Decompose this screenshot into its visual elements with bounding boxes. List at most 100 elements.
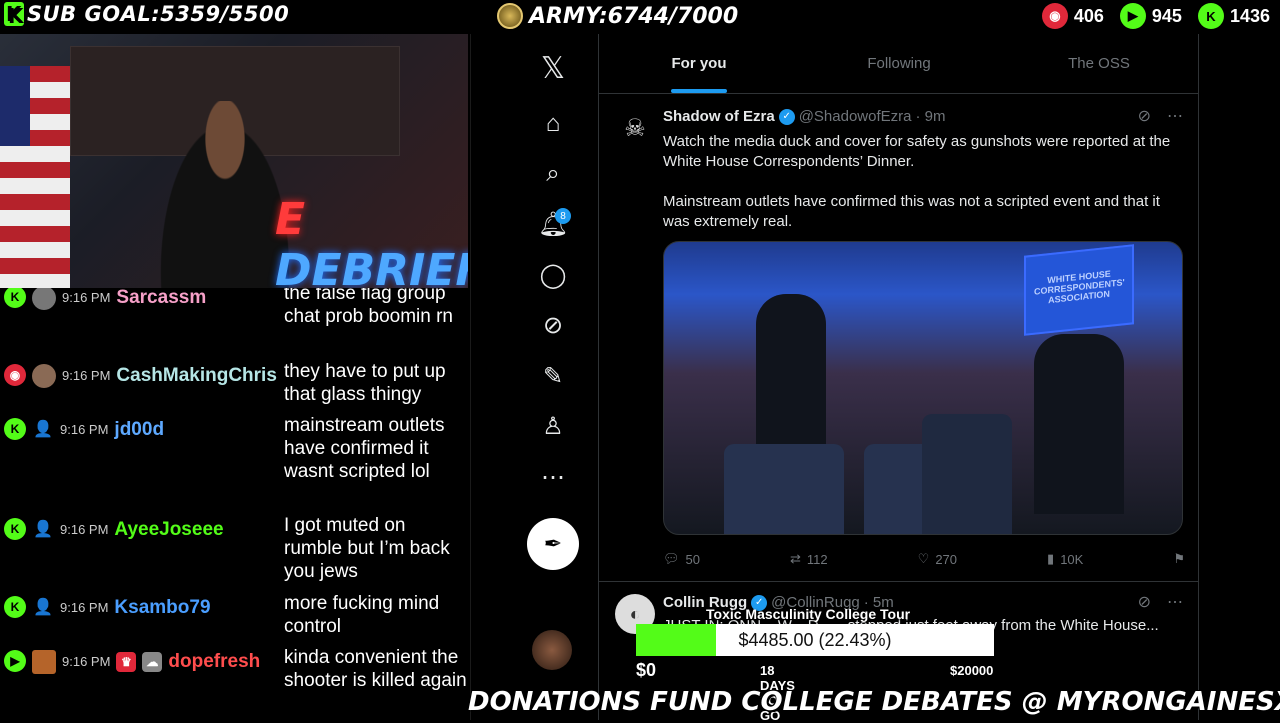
notification-badge: 8: [555, 208, 571, 224]
donation-banner: DONATIONS FUND COLLEGE DEBATES @ MYRONGA…: [468, 687, 1280, 717]
tweet-actions: 💬︎ 50 ⇄ 112 ♡ 270 ▮ 10K ⚑: [663, 551, 1185, 567]
more-icon[interactable]: ⋯: [1167, 106, 1183, 126]
chat-text: mainstream outlets have confirmed it was…: [284, 415, 445, 482]
user-icon: 👤: [33, 521, 53, 538]
neon-sign-text: DEBRIEF: [275, 245, 468, 288]
neon-sign: E DEBRIEF: [275, 194, 468, 288]
repost-count: 112: [806, 551, 828, 567]
tweet-header: Shadow of Ezra ✓ @ShadowofEzra · 9m: [663, 108, 945, 125]
sub-goal-text: SUB GOAL:5359/5500: [27, 2, 290, 26]
chart-icon: ▮: [1047, 551, 1055, 566]
x-logo-icon[interactable]: 𝕏: [527, 48, 579, 88]
tweet-author-name[interactable]: Shadow of Ezra: [663, 108, 775, 125]
view-count: 10K: [1060, 551, 1084, 567]
more-icon[interactable]: ⋯: [1167, 592, 1183, 612]
tweet-paragraph: Watch the media duck and cover for safet…: [663, 133, 1171, 170]
chat-username[interactable]: AyeeJoseee: [114, 518, 223, 541]
chat-text: more fucking mind control: [284, 593, 440, 637]
tweet-time[interactable]: · 9m: [915, 108, 945, 125]
chat-username[interactable]: jd00d: [114, 418, 164, 441]
donation-goal-title: Toxic Masculinity College Tour: [706, 606, 911, 622]
rumble-badge-icon: ♛: [116, 652, 137, 672]
x-sidebar-nav: 𝕏 ⌂ ⌕ 🔔︎ 8 ◯ ⊘ ✎ ♙ ⋯ ✒: [527, 34, 579, 720]
timeline-tabs: For you Following The OSS: [599, 34, 1199, 94]
donation-max: $20000: [950, 663, 994, 678]
reply-button[interactable]: 💬︎ 50: [663, 551, 700, 567]
tab-for-you[interactable]: For you: [599, 34, 799, 93]
donation-amount: $4485.00 (22.43%): [738, 630, 892, 650]
kick-badge-icon: K: [4, 418, 26, 440]
avatar: [32, 650, 56, 674]
tweet-video[interactable]: WHITE HOUSE CORRESPONDENTS' ASSOCIATION: [663, 241, 1183, 535]
chat-message: K 👤 9:16 PM jd00d mainstream outlets hav…: [0, 414, 468, 483]
chat-username[interactable]: Ksambo79: [114, 596, 210, 619]
army-logo-icon: [497, 3, 523, 29]
chair: [922, 414, 1012, 534]
chat-text: the false flag group chat prob boomin rn: [284, 288, 453, 327]
bookmark-icon: ⚑: [1173, 551, 1185, 566]
donation-progress-bar: $4485.00 (22.43%): [636, 624, 994, 656]
grok-icon[interactable]: ⊘: [1138, 106, 1151, 126]
chat-panel: K 9:16 PM Sarcassm the false flag group …: [0, 288, 468, 720]
rumble-counter: ◉ 406: [1041, 3, 1104, 29]
bell-icon[interactable]: 🔔︎ 8: [527, 204, 579, 244]
search-icon[interactable]: ⌕: [527, 154, 579, 194]
kick-icon: K: [4, 2, 24, 26]
message-icon[interactable]: ◯: [527, 255, 579, 295]
tweet-text: Watch the media duck and cover for safet…: [663, 132, 1183, 232]
chat-time: 9:16 PM: [62, 654, 111, 669]
tab-the-oss[interactable]: The OSS: [999, 34, 1199, 93]
reply-icon: 💬︎: [663, 551, 680, 566]
skull-avatar-icon[interactable]: ☠: [615, 108, 655, 148]
chat-username[interactable]: Sarcassm: [116, 288, 206, 309]
profile-icon[interactable]: ♙: [527, 406, 579, 446]
play-badge-icon: ▶: [4, 650, 26, 672]
kick-icon: K: [1197, 3, 1224, 29]
chat-time: 9:16 PM: [62, 368, 111, 383]
tweet-paragraph: Mainstream outlets have confirmed this w…: [663, 193, 1160, 230]
user-icon: 👤: [33, 599, 53, 616]
tweet[interactable]: ☠ Shadow of Ezra ✓ @ShadowofEzra · 9m ⊘ …: [599, 96, 1199, 582]
repost-button[interactable]: ⇄ 112: [790, 551, 828, 567]
chat-text: kinda convenient the shooter is killed a…: [284, 647, 467, 691]
kick-badge-icon: K: [4, 518, 26, 540]
rumble-icon: ◉: [1041, 3, 1068, 29]
repost-icon: ⇄: [790, 551, 801, 566]
kick-counter: K 1436: [1197, 3, 1270, 29]
grok-icon[interactable]: ⊘: [527, 305, 579, 345]
chat-username[interactable]: dopefresh: [168, 650, 260, 673]
bookmark-button[interactable]: ⚑: [1173, 551, 1185, 567]
youtube-counter: ▶ 945: [1119, 3, 1182, 29]
viewer-counters: ◉ 406 ▶ 945 K 1436: [1041, 3, 1270, 29]
like-button[interactable]: ♡ 270: [918, 551, 957, 567]
views-button[interactable]: ▮ 10K: [1047, 551, 1083, 567]
account-avatar[interactable]: [532, 630, 572, 670]
heart-icon: ♡: [917, 551, 930, 566]
like-count: 270: [935, 551, 958, 567]
chat-time: 9:16 PM: [60, 422, 109, 437]
tweet-menu: ⊘ ⋯: [1138, 592, 1183, 612]
tweet-menu: ⊘ ⋯: [1138, 106, 1183, 126]
grok-icon[interactable]: ⊘: [1138, 592, 1151, 612]
rumble-badge-icon: ◉: [4, 364, 26, 386]
tweet-handle[interactable]: @ShadowofEzra: [799, 108, 912, 125]
avatar: [32, 288, 56, 310]
rumble-count: 406: [1073, 5, 1104, 26]
chat-message: ▶ 9:16 PM ♛ ☁ dopefresh kinda convenient…: [0, 646, 468, 692]
tab-following[interactable]: Following: [799, 34, 999, 93]
more-icon[interactable]: ⋯: [527, 457, 579, 497]
chat-username[interactable]: CashMakingChris: [116, 364, 276, 387]
compose-post-button[interactable]: ✒: [527, 518, 579, 570]
chat-message: K 👤 9:16 PM AyeeJoseee I got muted on ru…: [0, 514, 468, 583]
event-screen-text: WHITE HOUSE CORRESPONDENTS' ASSOCIATION: [1034, 268, 1125, 306]
home-icon[interactable]: ⌂: [527, 104, 579, 144]
verified-icon: ✓: [778, 108, 795, 125]
sub-goal: K SUB GOAL:5359/5500: [4, 2, 289, 26]
lists-icon[interactable]: ✎: [527, 356, 579, 396]
kick-badge-icon: K: [4, 596, 26, 618]
play-icon: ▶: [1119, 3, 1146, 29]
donation-min: $0: [636, 660, 657, 680]
flag-canton: [0, 66, 30, 146]
webcam-feed: E DEBRIEF: [0, 26, 468, 288]
army-goal: ARMY:6744/7000: [497, 3, 738, 29]
